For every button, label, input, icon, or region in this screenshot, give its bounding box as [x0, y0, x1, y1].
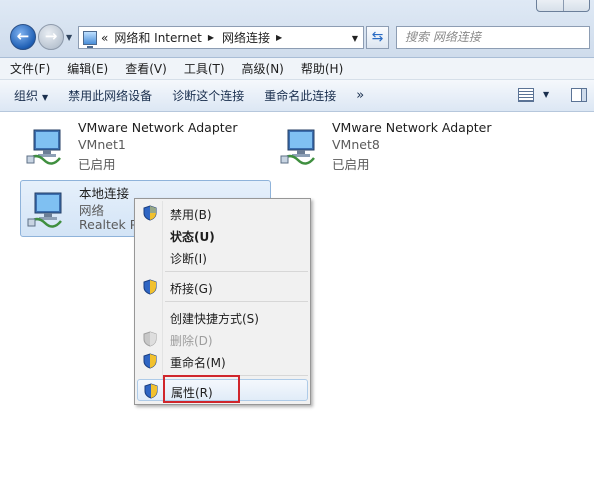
connection-status: 已启用: [332, 157, 370, 172]
connection-name: VMware Network Adapter: [332, 120, 492, 135]
refresh-icon: ⇆: [371, 29, 384, 45]
refresh-button[interactable]: ⇆: [366, 26, 389, 49]
menu-separator: [165, 271, 308, 272]
menu-item-label: 重命名(M): [170, 356, 226, 370]
forward-button[interactable]: →: [38, 24, 64, 50]
menu-advanced[interactable]: 高级(N): [242, 60, 284, 77]
caption-separator: [563, 0, 564, 11]
annotation-highlight-box: [163, 375, 240, 403]
network-folder-icon: [83, 30, 97, 48]
uac-shield-icon: [143, 205, 157, 221]
uac-shield-icon: [143, 353, 157, 369]
view-options-icon[interactable]: [518, 88, 534, 102]
menu-item-label: 创建快捷方式(S): [170, 312, 259, 326]
menu-item-delete: 删除(D): [137, 328, 308, 350]
menu-item-bridge[interactable]: 桥接(G): [137, 276, 308, 298]
breadcrumb-overflow[interactable]: «: [101, 31, 108, 45]
connection-vmnet1[interactable]: VMware Network Adapter VMnet1 已启用: [20, 118, 260, 172]
menu-item-disable[interactable]: 禁用(B): [137, 202, 308, 224]
view-dropdown-icon[interactable]: ▼: [543, 90, 549, 99]
address-dropdown-icon[interactable]: ▼: [352, 34, 358, 43]
title-bar: ← → ▼ « 网络和 Internet ▶ 网络连接 ▶ ▼ ⇆ 搜索 网络连…: [0, 0, 594, 58]
window-caption-buttons[interactable]: [536, 0, 590, 12]
menu-item-label: 诊断(I): [170, 252, 207, 266]
menu-item-label: 禁用(B): [170, 208, 212, 222]
menu-help[interactable]: 帮助(H): [301, 60, 343, 77]
organize-label: 组织: [14, 89, 39, 103]
menu-tools[interactable]: 工具(T): [184, 60, 225, 77]
menu-file[interactable]: 文件(F): [10, 60, 50, 77]
menu-item-create-shortcut[interactable]: 创建快捷方式(S): [137, 306, 308, 328]
connection-network: VMnet8: [332, 137, 380, 152]
menu-separator: [165, 301, 308, 302]
menu-item-label: 桥接(G): [170, 282, 213, 296]
recent-pages-dropdown[interactable]: ▼: [66, 33, 72, 42]
context-menu: 禁用(B) 状态(U) 诊断(I) 桥接(G) 创建快捷方式(S) 删除(D) …: [134, 198, 311, 405]
forward-arrow-icon: →: [44, 27, 58, 45]
chevron-right-icon[interactable]: ▶: [208, 33, 214, 42]
breadcrumb-network-internet[interactable]: 网络和 Internet: [114, 29, 201, 46]
connection-device: Realtek P: [79, 217, 138, 232]
menu-item-status[interactable]: 状态(U): [137, 224, 308, 246]
connection-name: VMware Network Adapter: [78, 120, 238, 135]
back-arrow-icon: ←: [16, 27, 30, 45]
connection-status: 已启用: [78, 157, 116, 172]
chevron-right-icon[interactable]: ▶: [276, 33, 282, 42]
chevron-down-icon: ▼: [42, 93, 49, 102]
menu-edit[interactable]: 编辑(E): [67, 60, 108, 77]
organize-button[interactable]: 组织 ▼: [14, 87, 48, 104]
network-adapter-icon: [280, 129, 315, 165]
menu-item-rename[interactable]: 重命名(M): [137, 350, 308, 372]
network-adapter-icon: [27, 192, 62, 228]
command-bar: 组织 ▼ 禁用此网络设备 诊断这个连接 重命名此连接 »: [0, 80, 594, 112]
more-commands-button[interactable]: »: [356, 88, 364, 103]
uac-shield-icon: [144, 383, 158, 399]
breadcrumb-network-connections[interactable]: 网络连接: [222, 29, 270, 46]
preview-pane-icon[interactable]: [571, 88, 587, 102]
address-bar[interactable]: « 网络和 Internet ▶ 网络连接 ▶ ▼: [78, 26, 364, 49]
uac-shield-icon: [143, 279, 157, 295]
uac-shield-icon: [143, 331, 157, 347]
search-input[interactable]: 搜索 网络连接: [396, 26, 590, 49]
network-adapter-icon: [26, 129, 61, 165]
menu-item-label: 删除(D): [170, 334, 213, 348]
diagnose-connection-button[interactable]: 诊断这个连接: [172, 87, 244, 104]
disable-device-button[interactable]: 禁用此网络设备: [68, 87, 152, 104]
connection-vmnet8[interactable]: VMware Network Adapter VMnet8 已启用: [274, 118, 514, 172]
rename-connection-button[interactable]: 重命名此连接: [264, 87, 336, 104]
connection-network: VMnet1: [78, 137, 126, 152]
menu-view[interactable]: 查看(V): [125, 60, 167, 77]
menu-item-diagnose[interactable]: 诊断(I): [137, 246, 308, 268]
back-button[interactable]: ←: [10, 24, 36, 50]
menu-item-label: 状态(U): [170, 230, 215, 244]
menu-bar: 文件(F) 编辑(E) 查看(V) 工具(T) 高级(N) 帮助(H): [0, 58, 594, 80]
